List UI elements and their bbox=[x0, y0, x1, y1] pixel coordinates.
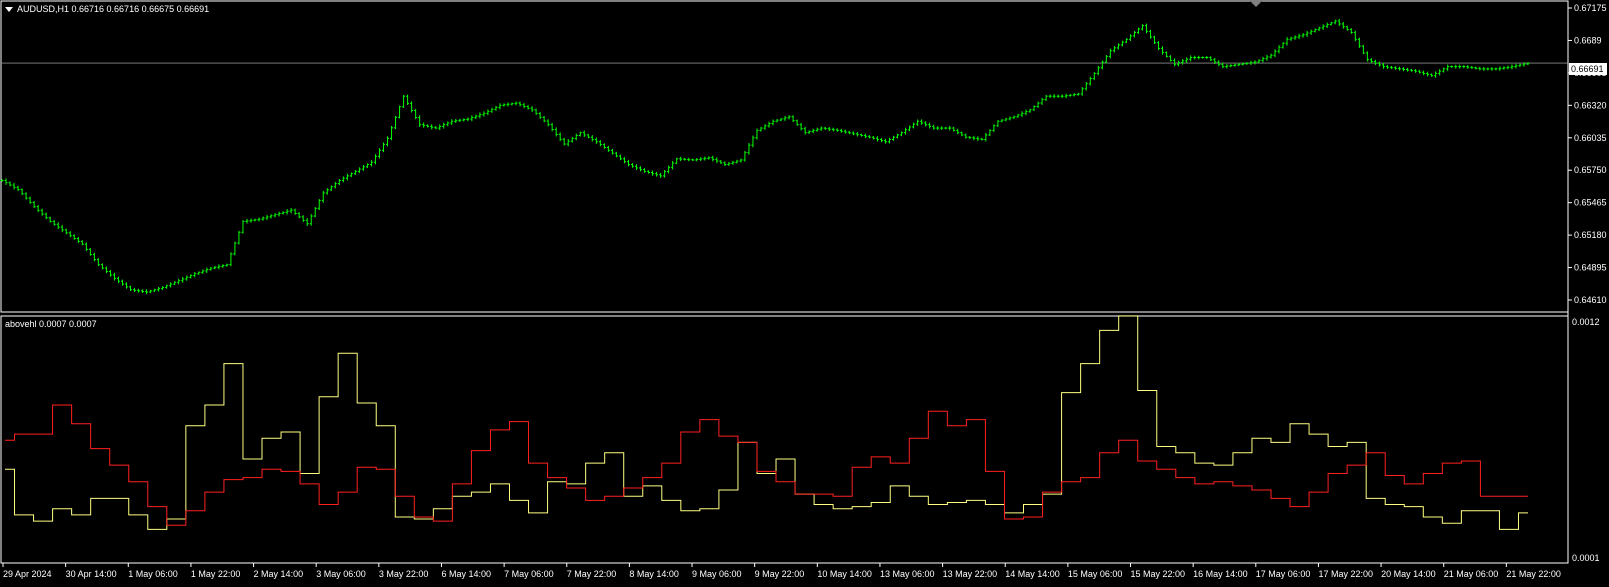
time-tick-label: 21 May 06:00 bbox=[1444, 569, 1499, 579]
price-tick-label: 0.65750 bbox=[1574, 165, 1607, 175]
time-axis: 29 Apr 2024 30 Apr 14:00 1 May 06:00 1 May … bbox=[2, 563, 1561, 579]
time-tick-label: 9 May 22:00 bbox=[755, 569, 805, 579]
current-price-tag: 0.66691 bbox=[1571, 64, 1604, 74]
time-tick-label: 1 May 06:00 bbox=[128, 569, 178, 579]
price-tick-label: 0.65180 bbox=[1574, 230, 1607, 240]
time-tick-label: 13 May 06:00 bbox=[880, 569, 935, 579]
indicator-title: abovehl 0.0007 0.0007 bbox=[5, 319, 97, 329]
time-tick-label: 10 May 14:00 bbox=[817, 569, 872, 579]
yellow-indicator-line bbox=[5, 315, 1528, 530]
time-tick-label: 17 May 06:00 bbox=[1256, 569, 1311, 579]
time-tick-label: 15 May 22:00 bbox=[1131, 569, 1186, 579]
indicator-plot bbox=[5, 315, 1528, 530]
price-plot bbox=[0, 18, 1568, 295]
time-tick-label: 3 May 22:00 bbox=[379, 569, 429, 579]
indicator-panel-frame bbox=[0, 315, 1569, 564]
price-tick-label: 0.67175 bbox=[1574, 3, 1607, 13]
time-tick-label: 8 May 14:00 bbox=[629, 569, 679, 579]
time-tick-label: 29 Apr 2024 bbox=[3, 569, 52, 579]
time-tick-label: 2 May 14:00 bbox=[254, 569, 304, 579]
red-indicator-line bbox=[5, 404, 1528, 526]
time-tick-label: 6 May 14:00 bbox=[441, 569, 491, 579]
time-tick-label: 7 May 06:00 bbox=[504, 569, 554, 579]
chart-window[interactable]: AUDUSD,H1 0.66716 0.66716 0.66675 0.6669… bbox=[0, 0, 1609, 587]
time-tick-label: 15 May 06:00 bbox=[1068, 569, 1123, 579]
time-tick-label: 7 May 22:00 bbox=[567, 569, 617, 579]
time-tick-label: 13 May 22:00 bbox=[943, 569, 998, 579]
price-tick-label: 0.64610 bbox=[1574, 295, 1607, 305]
time-tick-label: 1 May 22:00 bbox=[191, 569, 241, 579]
time-tick-label: 14 May 14:00 bbox=[1005, 569, 1060, 579]
symbol-dropdown-icon[interactable] bbox=[5, 7, 13, 12]
indicator-axis-top: 0.0012 bbox=[1572, 317, 1600, 327]
time-tick-label: 21 May 22:00 bbox=[1506, 569, 1561, 579]
price-tick-label: 0.66320 bbox=[1574, 100, 1607, 110]
time-tick-label: 30 Apr 14:00 bbox=[66, 569, 117, 579]
time-tick-label: 3 May 06:00 bbox=[316, 569, 366, 579]
chart-shift-marker-icon[interactable] bbox=[1250, 1, 1262, 7]
symbol-header: AUDUSD,H1 0.66716 0.66716 0.66675 0.6669… bbox=[17, 4, 209, 14]
price-tick-label: 0.66035 bbox=[1574, 133, 1607, 143]
price-tick-label: 0.65465 bbox=[1574, 198, 1607, 208]
indicator-axis-bottom: 0.0001 bbox=[1572, 553, 1600, 563]
time-tick-label: 9 May 06:00 bbox=[692, 569, 742, 579]
price-tick-label: 0.64895 bbox=[1574, 263, 1607, 273]
price-axis: 0.671750.66890.666050.663200.660350.6575… bbox=[1568, 3, 1607, 305]
time-tick-label: 17 May 22:00 bbox=[1318, 569, 1373, 579]
price-tick-label: 0.6689 bbox=[1574, 35, 1602, 45]
time-tick-label: 20 May 14:00 bbox=[1381, 569, 1436, 579]
price-panel-frame bbox=[0, 0, 1569, 313]
time-tick-label: 16 May 14:00 bbox=[1193, 569, 1248, 579]
